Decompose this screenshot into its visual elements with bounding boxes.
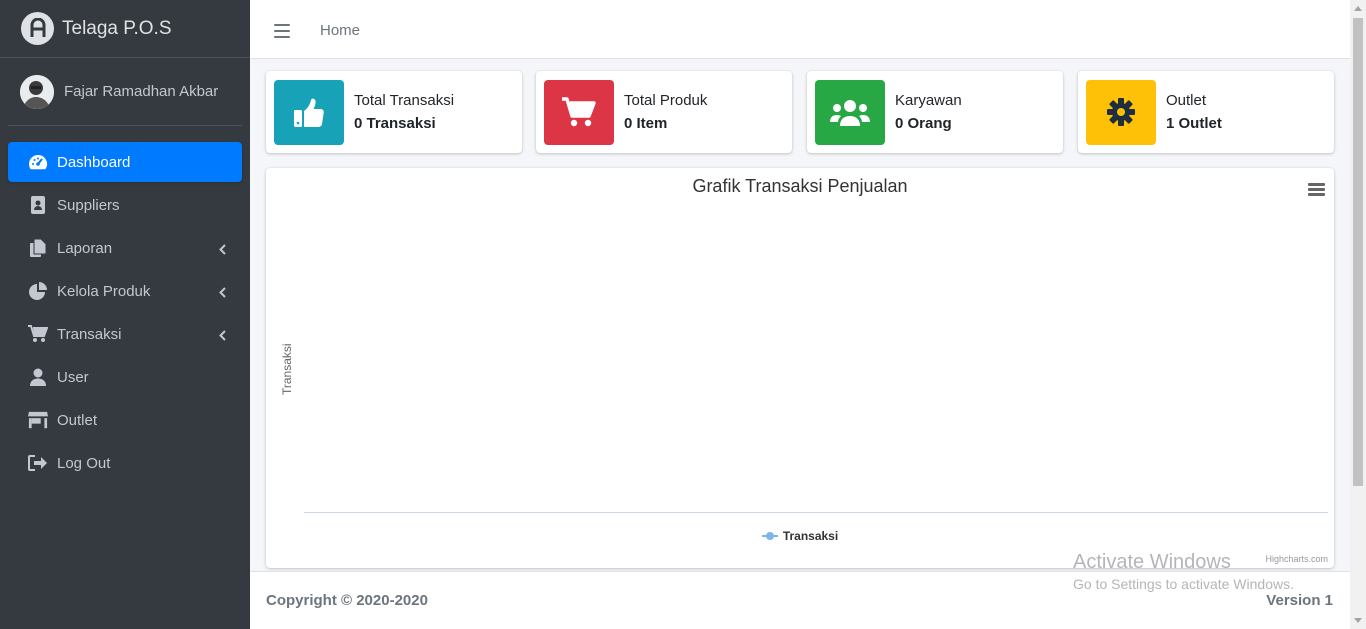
watermark-title: Activate Windows — [1073, 551, 1231, 573]
info-box-value: 0 Item — [624, 115, 668, 132]
sidebar-item-transaksi[interactable]: Transaksi — [8, 314, 242, 354]
chart-title: Grafik Transaksi Penjualan — [692, 176, 908, 196]
chart-pie-icon — [28, 281, 48, 301]
menu-toggle-icon[interactable] — [274, 23, 290, 38]
legend-marker-icon — [761, 531, 778, 541]
brand-logo-icon — [21, 12, 54, 45]
user-icon — [28, 367, 48, 387]
chart-card: Grafik Transaksi Penjualan Transaksi Tra… — [266, 168, 1334, 568]
sidebar-item-log-out[interactable]: Log Out — [8, 443, 242, 483]
info-box-title: Outlet — [1166, 91, 1207, 109]
sign-out-icon — [28, 453, 48, 473]
info-box-title: Total Transaksi — [354, 91, 455, 109]
cart-icon — [28, 324, 48, 344]
tachometer-icon — [28, 152, 48, 172]
address-book-icon — [28, 195, 48, 215]
info-box-outlet: Outlet 1 Outlet — [1078, 71, 1334, 153]
chart-plot-area — [304, 208, 1328, 512]
scroll-up-arrow-icon[interactable] — [1354, 6, 1362, 11]
sidebar-item-outlet[interactable]: Outlet — [8, 400, 242, 440]
sidebar-item-label: User — [57, 368, 89, 386]
info-box-value: 0 Orang — [895, 115, 952, 132]
brand-link[interactable]: Telaga P.O.S — [0, 0, 250, 58]
chart-context-menu-icon[interactable] — [1308, 183, 1325, 196]
avatar — [20, 74, 54, 109]
legend-label: Transaksi — [782, 529, 839, 543]
sidebar-item-dashboard[interactable]: Dashboard — [8, 142, 242, 182]
sidebar-item-label: Dashboard — [57, 153, 131, 171]
scroll-down-arrow-icon[interactable] — [1354, 618, 1362, 623]
sidebar-item-label: Kelola Produk — [57, 282, 151, 300]
copy-icon — [28, 238, 48, 258]
sidebar-item-label: Suppliers — [57, 196, 120, 214]
brand-name: Telaga P.O.S — [62, 17, 172, 39]
info-box-total-produk: Total Produk 0 Item — [536, 71, 792, 153]
watermark-subtitle: Go to Settings to activate Windows. — [1073, 576, 1294, 592]
sidebar-nav: Dashboard Suppliers Laporan Kelola Produ… — [0, 142, 250, 483]
chart-legend-item[interactable]: Transaksi — [266, 529, 1334, 543]
users-icon — [815, 79, 885, 145]
chevron-left-icon — [219, 285, 226, 302]
page-scrollbar[interactable] — [1350, 0, 1366, 629]
info-box-title: Total Produk — [624, 91, 708, 109]
sidebar-item-laporan[interactable]: Laporan — [8, 228, 242, 268]
sidebar-item-label: Laporan — [57, 239, 113, 257]
chevron-left-icon — [219, 242, 226, 259]
top-navbar: Home — [250, 3, 1350, 59]
chart-y-axis-label: Transaksi — [280, 343, 294, 395]
nav-home-link[interactable]: Home — [320, 22, 360, 39]
info-box-value: 1 Outlet — [1166, 115, 1222, 132]
cart-icon — [544, 79, 614, 145]
footer-copyright: Copyright © 2020-2020 — [266, 592, 428, 609]
sidebar-item-label: Transaksi — [57, 325, 122, 343]
sidebar-item-suppliers[interactable]: Suppliers — [8, 185, 242, 225]
windows-activation-watermark: Activate Windows Go to Settings to activ… — [1073, 551, 1294, 595]
sidebar: Telaga P.O.S Fajar Ramadhan Akbar Dashbo… — [0, 0, 250, 629]
sidebar-item-kelola-produk[interactable]: Kelola Produk — [8, 271, 242, 311]
user-panel[interactable]: Fajar Ramadhan Akbar — [8, 58, 242, 126]
cog-icon — [1086, 79, 1156, 145]
info-box-total-transaksi: Total Transaksi 0 Transaksi — [266, 71, 522, 153]
info-box-value: 0 Transaksi — [354, 115, 436, 132]
user-name: Fajar Ramadhan Akbar — [64, 83, 219, 100]
chart-x-axis-line — [304, 512, 1328, 513]
store-icon — [28, 410, 48, 430]
sidebar-item-label: Log Out — [57, 454, 111, 472]
info-box-title: Karyawan — [895, 91, 962, 109]
chevron-left-icon — [219, 328, 226, 345]
sidebar-item-label: Outlet — [57, 411, 98, 429]
info-box-karyawan: Karyawan 0 Orang — [807, 71, 1063, 153]
sidebar-item-user[interactable]: User — [8, 357, 242, 397]
scrollbar-thumb[interactable] — [1353, 18, 1363, 486]
thumbs-up-icon — [274, 79, 344, 145]
